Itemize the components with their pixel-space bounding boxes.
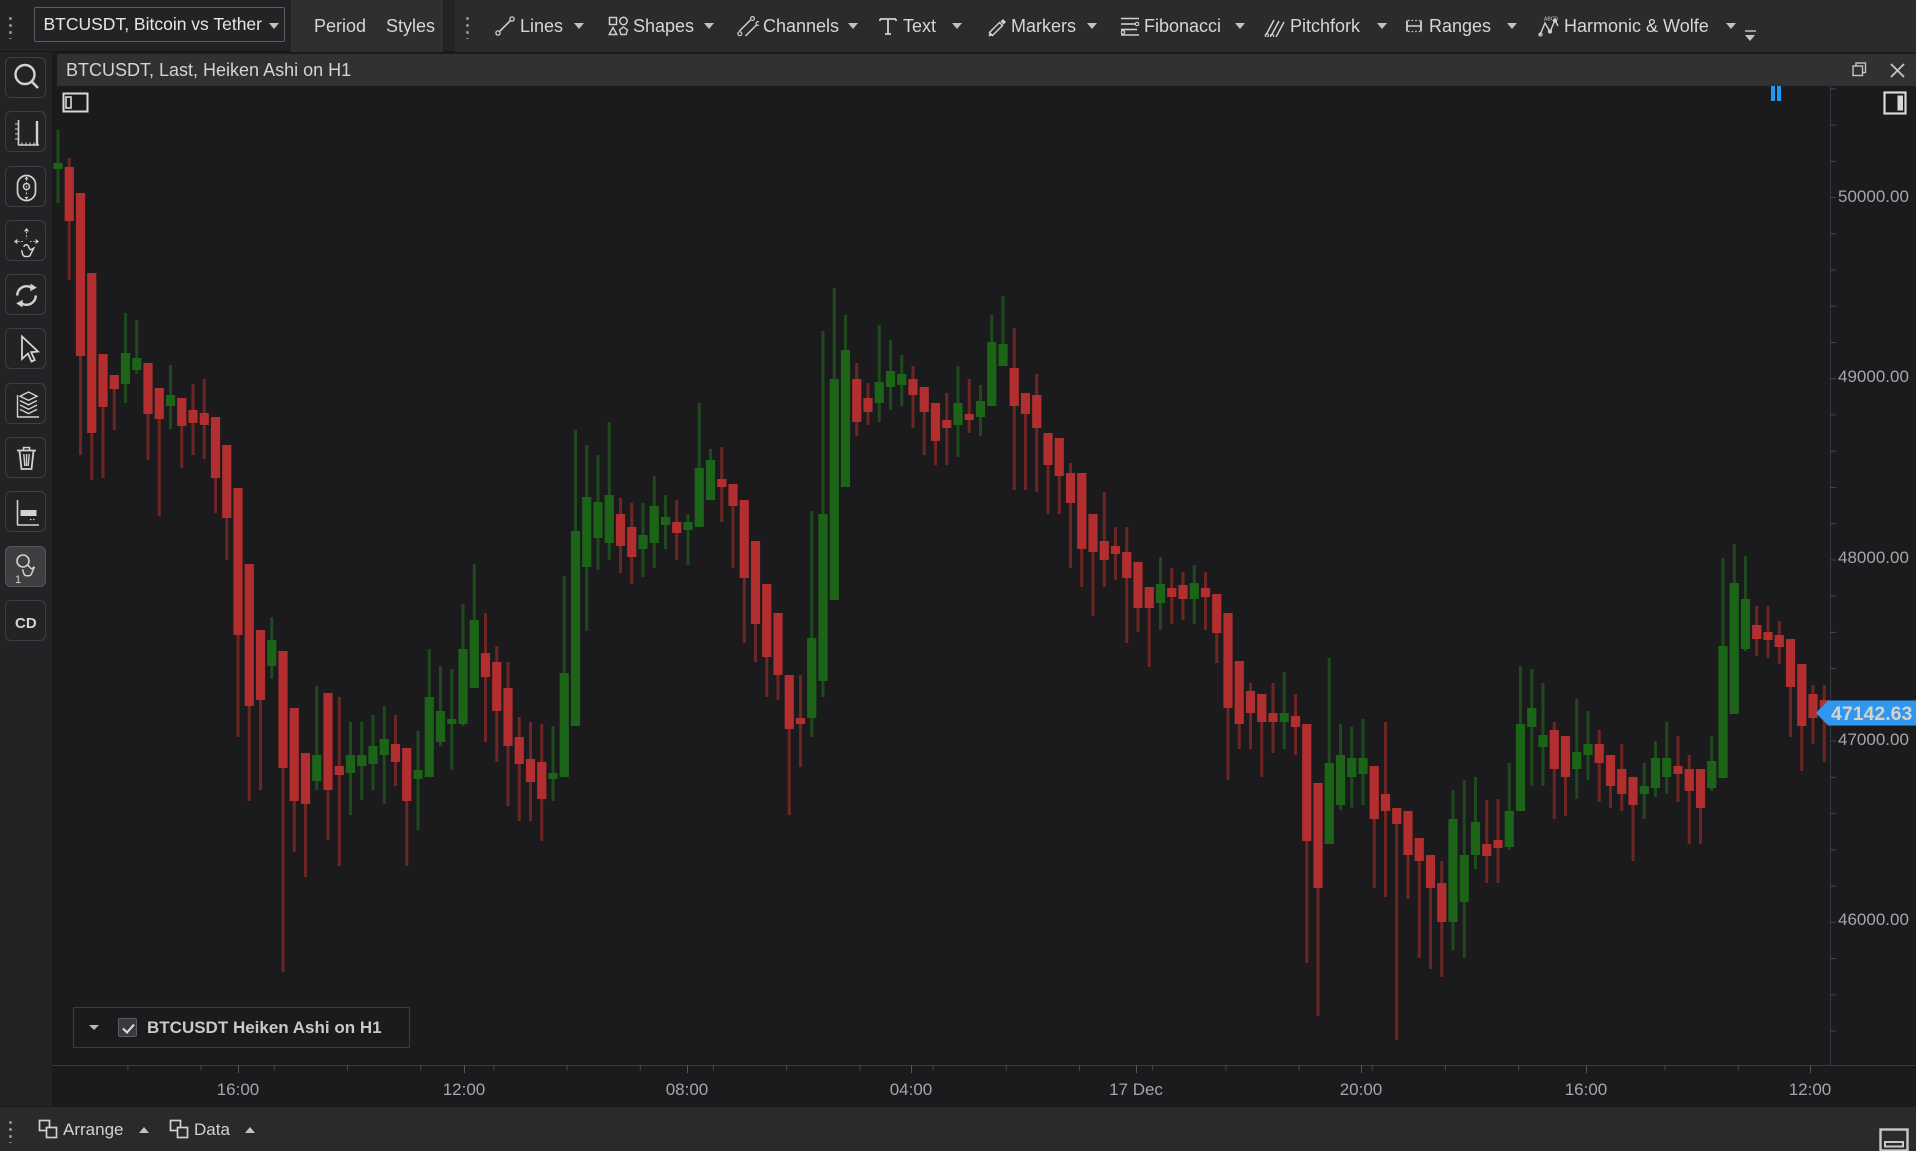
svg-text:1: 1	[15, 574, 21, 586]
svg-text:CD: CD	[15, 615, 37, 632]
svg-text:47142.63: 47142.63	[1831, 703, 1912, 725]
